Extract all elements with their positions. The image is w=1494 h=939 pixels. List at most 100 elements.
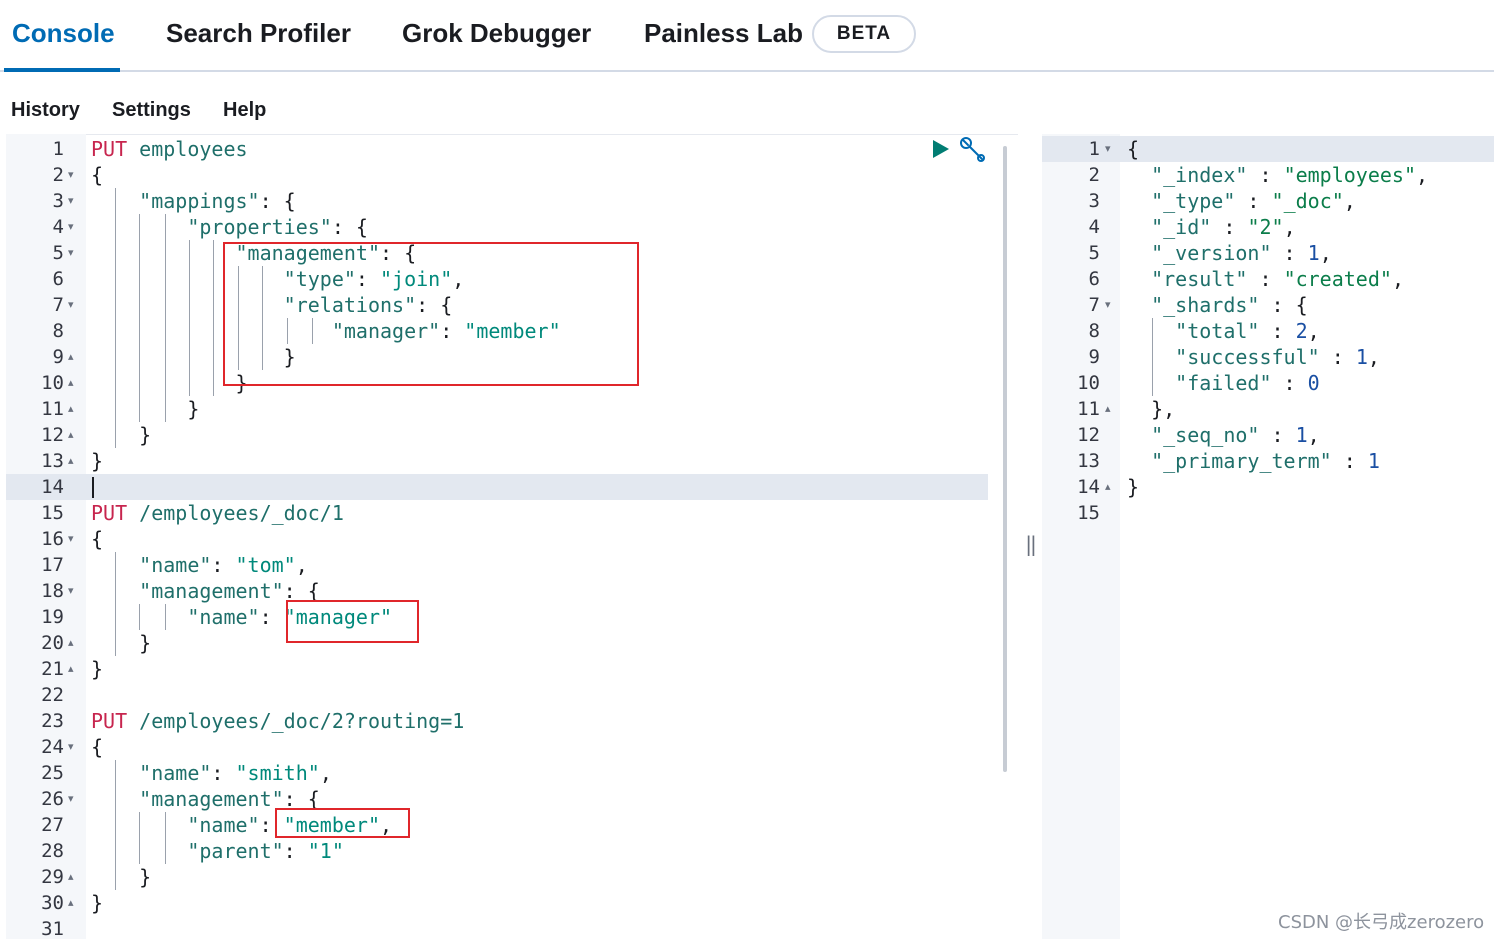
- request-code-line[interactable]: }: [91, 630, 151, 656]
- request-code-line[interactable]: {: [91, 162, 103, 188]
- fold-toggle-icon[interactable]: ▾: [68, 578, 74, 604]
- line-number: 17: [41, 554, 64, 576]
- line-number: 6: [1088, 268, 1100, 290]
- response-code-line: "failed" : 0: [1175, 371, 1320, 395]
- menu-history[interactable]: History: [11, 99, 80, 122]
- response-code-line: "_primary_term" : 1: [1151, 449, 1380, 473]
- fold-toggle-icon[interactable]: ▴: [68, 448, 74, 474]
- line-number: 3: [52, 190, 64, 212]
- line-number: 4: [1088, 216, 1100, 238]
- panel-resize-handle[interactable]: ‖: [1025, 532, 1037, 556]
- response-code-line: },: [1127, 397, 1176, 421]
- line-number: 5: [1088, 242, 1100, 264]
- indent-guide: [165, 812, 166, 864]
- fold-toggle-icon[interactable]: ▾: [68, 162, 74, 188]
- line-number: 28: [41, 840, 64, 862]
- response-code-line: "_type" : "_doc",: [1151, 189, 1356, 213]
- line-number: 19: [41, 606, 64, 628]
- response-code-line: "_version" : 1,: [1151, 241, 1332, 265]
- request-code-line[interactable]: PUT employees: [91, 136, 248, 162]
- fold-toggle-icon[interactable]: ▴: [68, 656, 74, 682]
- request-code-line[interactable]: {: [91, 526, 103, 552]
- indent-guide: [165, 604, 166, 630]
- fold-toggle-icon[interactable]: ▾: [1105, 136, 1111, 162]
- request-code-line[interactable]: "properties": {: [91, 214, 368, 240]
- tab-console[interactable]: Console: [12, 18, 115, 49]
- indent-guide: [213, 240, 214, 396]
- watermark: CSDN @长弓成zerozero: [1278, 912, 1485, 933]
- fold-toggle-icon[interactable]: ▾: [68, 292, 74, 318]
- line-number: 3: [1088, 190, 1100, 212]
- line-number: 10: [1077, 372, 1100, 394]
- fold-toggle-icon[interactable]: ▾: [68, 240, 74, 266]
- line-number: 13: [1077, 450, 1100, 472]
- request-code-line[interactable]: }: [91, 890, 103, 916]
- request-code-line[interactable]: "name": "tom",: [91, 552, 308, 578]
- line-number: 27: [41, 814, 64, 836]
- top-tab-bar: Console Search Profiler Grok Debugger Pa…: [0, 0, 1494, 72]
- indent-guide: [115, 188, 116, 448]
- request-code-line[interactable]: }: [91, 396, 199, 422]
- tab-painless-lab[interactable]: Painless Lab: [644, 18, 803, 49]
- fold-toggle-icon[interactable]: ▾: [68, 188, 74, 214]
- line-number: 18: [41, 580, 64, 602]
- line-number: 7: [52, 294, 64, 316]
- fold-toggle-icon[interactable]: ▴: [68, 630, 74, 656]
- fold-toggle-icon[interactable]: ▴: [68, 422, 74, 448]
- indent-guide: [1152, 318, 1153, 396]
- request-active-line: [6, 474, 988, 500]
- request-code-line[interactable]: }: [91, 448, 103, 474]
- request-code-line[interactable]: "parent": "1": [91, 838, 344, 864]
- line-number: 14: [1077, 476, 1100, 498]
- line-number: 8: [1088, 320, 1100, 342]
- request-code-line[interactable]: PUT /employees/_doc/1: [91, 500, 344, 526]
- response-code-line: }: [1127, 475, 1140, 499]
- request-editor-scrollbar[interactable]: [1003, 146, 1007, 772]
- menu-help[interactable]: Help: [223, 99, 266, 122]
- fold-toggle-icon[interactable]: ▾: [68, 734, 74, 760]
- line-number: 11: [41, 398, 64, 420]
- response-code-line: "_index" : "employees",: [1151, 163, 1429, 187]
- request-code-line[interactable]: PUT /employees/_doc/2?routing=1: [91, 708, 464, 734]
- response-code-line: "_id" : "2",: [1151, 215, 1296, 239]
- request-code-line[interactable]: }: [91, 656, 103, 682]
- line-number: 15: [1077, 502, 1100, 524]
- line-number: 15: [41, 502, 64, 524]
- fold-toggle-icon[interactable]: ▾: [68, 214, 74, 240]
- indent-guide: [165, 214, 166, 422]
- menu-settings[interactable]: Settings: [112, 99, 191, 122]
- indent-guide: [139, 604, 140, 630]
- fold-toggle-icon[interactable]: ▴: [68, 344, 74, 370]
- tab-search-profiler[interactable]: Search Profiler: [166, 18, 351, 49]
- wrench-icon[interactable]: [958, 136, 988, 164]
- tab-grok-debugger[interactable]: Grok Debugger: [402, 18, 591, 49]
- request-code-line[interactable]: }: [91, 422, 151, 448]
- console-app: Console Search Profiler Grok Debugger Pa…: [0, 0, 1494, 939]
- fold-toggle-icon[interactable]: ▾: [68, 526, 74, 552]
- line-number: 30: [41, 892, 64, 914]
- line-number: 2: [1088, 164, 1100, 186]
- indent-guide: [139, 214, 140, 422]
- request-code-line[interactable]: "name": "smith",: [91, 760, 332, 786]
- line-number: 29: [41, 866, 64, 888]
- text-cursor: [92, 477, 94, 498]
- fold-toggle-icon[interactable]: ▴: [68, 370, 74, 396]
- play-icon[interactable]: [930, 139, 950, 159]
- fold-toggle-icon[interactable]: ▴: [68, 890, 74, 916]
- line-number: 9: [52, 346, 64, 368]
- fold-toggle-icon[interactable]: ▴: [1105, 396, 1111, 422]
- fold-toggle-icon[interactable]: ▴: [1105, 474, 1111, 500]
- response-code-line: "_shards" : {: [1151, 293, 1308, 317]
- line-number: 11: [1077, 398, 1100, 420]
- request-code-line[interactable]: {: [91, 734, 103, 760]
- request-code-line[interactable]: "mappings": {: [91, 188, 296, 214]
- fold-toggle-icon[interactable]: ▾: [1105, 292, 1111, 318]
- request-code-line[interactable]: }: [91, 864, 151, 890]
- line-number: 22: [41, 684, 64, 706]
- annotation-box-manager: [286, 600, 419, 643]
- line-number: 12: [1077, 424, 1100, 446]
- line-number: 9: [1088, 346, 1100, 368]
- fold-toggle-icon[interactable]: ▴: [68, 864, 74, 890]
- fold-toggle-icon[interactable]: ▾: [68, 786, 74, 812]
- fold-toggle-icon[interactable]: ▴: [68, 396, 74, 422]
